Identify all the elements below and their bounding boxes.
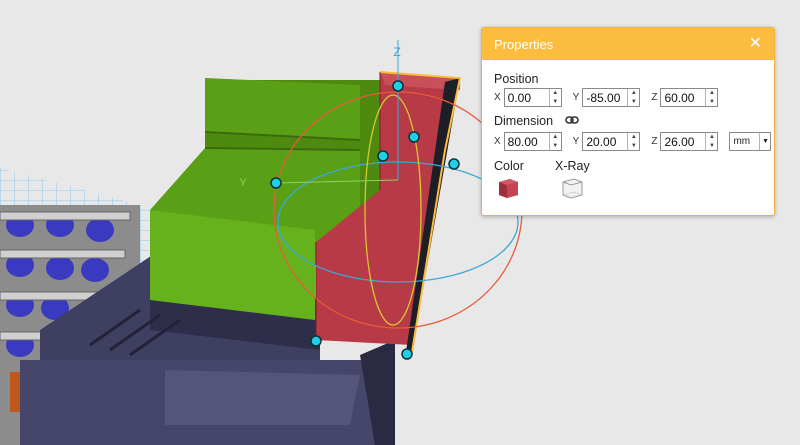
handle-left[interactable] bbox=[270, 177, 282, 189]
properties-panel: Properties ✕ Position X ▲▼ Y ▲▼ Z ▲▼ Dim… bbox=[481, 27, 775, 216]
position-y-label: Y bbox=[572, 92, 580, 103]
dimension-x-field: ▲▼ bbox=[503, 132, 562, 151]
handle-right[interactable] bbox=[448, 158, 460, 170]
handle-top[interactable] bbox=[392, 80, 404, 92]
close-icon[interactable]: ✕ bbox=[749, 36, 762, 52]
chevron-down-icon: ▼ bbox=[759, 133, 770, 150]
position-row: X ▲▼ Y ▲▼ Z ▲▼ bbox=[494, 88, 729, 107]
position-y-input[interactable] bbox=[583, 90, 628, 105]
unit-value: mm bbox=[733, 136, 751, 147]
cube-color-icon[interactable] bbox=[496, 177, 520, 199]
axis-label-z: Z bbox=[393, 45, 400, 59]
handle-bottom-right[interactable] bbox=[401, 348, 413, 360]
dimension-x-label: X bbox=[494, 136, 501, 147]
dimension-z-stepper[interactable]: ▲ ▼ bbox=[705, 133, 717, 150]
unit-select[interactable]: mm ▼ bbox=[729, 132, 772, 151]
cube-xray-icon[interactable] bbox=[560, 177, 584, 199]
dimension-z-field: ▲▼ bbox=[660, 132, 719, 151]
position-label: Position bbox=[494, 72, 539, 86]
dimension-x-input[interactable] bbox=[504, 134, 549, 149]
link-icon[interactable] bbox=[565, 115, 579, 125]
handle-center[interactable] bbox=[377, 150, 389, 162]
position-z-stepper[interactable]: ▲ ▼ bbox=[705, 89, 717, 106]
dimension-x-stepper[interactable]: ▲ ▼ bbox=[548, 133, 561, 150]
position-x-stepper[interactable]: ▲ ▼ bbox=[548, 89, 561, 106]
dimension-z-label: Z bbox=[651, 136, 658, 147]
dimension-y-input[interactable] bbox=[583, 134, 628, 149]
dimension-label: Dimension bbox=[494, 114, 554, 128]
handle-bottom-left[interactable] bbox=[310, 335, 322, 347]
position-x-field: ▲▼ bbox=[503, 88, 562, 107]
dimension-row: X ▲▼ Y ▲▼ Z ▲▼ mm ▼ bbox=[494, 132, 772, 151]
position-y-stepper[interactable]: ▲ ▼ bbox=[627, 89, 639, 106]
position-z-label: Z bbox=[651, 92, 658, 103]
position-z-field: ▲▼ bbox=[660, 88, 719, 107]
panel-title: Properties bbox=[494, 36, 554, 52]
handle-upper-mid[interactable] bbox=[408, 131, 420, 143]
xray-label: X-Ray bbox=[555, 159, 590, 173]
dimension-z-input[interactable] bbox=[661, 134, 706, 149]
position-x-input[interactable] bbox=[504, 90, 549, 105]
dimension-y-stepper[interactable]: ▲ ▼ bbox=[627, 133, 639, 150]
position-y-field: ▲▼ bbox=[582, 88, 641, 107]
axis-label-y: Y bbox=[239, 177, 247, 189]
dimension-y-label: Y bbox=[572, 136, 580, 147]
color-label: Color bbox=[494, 159, 524, 173]
position-x-label: X bbox=[494, 92, 501, 103]
dimension-y-field: ▲▼ bbox=[582, 132, 641, 151]
position-z-input[interactable] bbox=[661, 90, 706, 105]
panel-header: Properties ✕ bbox=[482, 28, 774, 60]
